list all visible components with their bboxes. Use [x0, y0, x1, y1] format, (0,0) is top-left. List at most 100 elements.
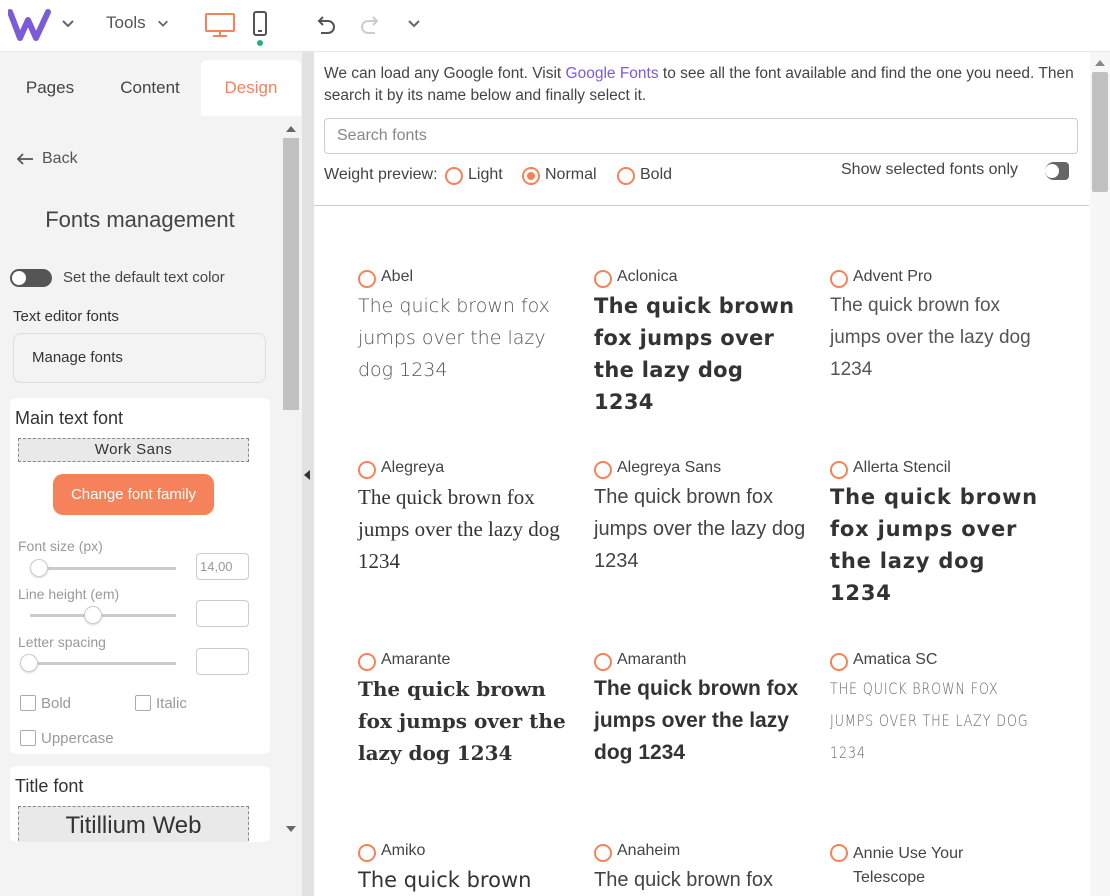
font-name: Anaheim	[617, 842, 681, 859]
chevron-down-icon[interactable]	[60, 15, 76, 31]
font-name: Amarante	[381, 651, 451, 668]
font-radio[interactable]	[830, 653, 848, 671]
font-sample: The quick brown fox jumps over the lazy …	[358, 295, 550, 381]
collapse-left-icon[interactable]	[304, 470, 310, 480]
font-radio[interactable]	[830, 270, 848, 288]
search-fonts-input[interactable]: Search fonts	[324, 118, 1078, 154]
font-name: Aclonica	[617, 268, 678, 285]
font-radio[interactable]	[594, 461, 612, 479]
letter-spacing-slider-handle[interactable]	[20, 654, 38, 672]
italic-checkbox[interactable]	[135, 695, 151, 711]
font-radio[interactable]	[594, 653, 612, 671]
title-font-title: Title font	[15, 776, 84, 796]
font-sample: The quick brown fox jumps over the lazy …	[594, 294, 795, 414]
weight-bold-radio[interactable]	[617, 167, 635, 185]
back-link[interactable]: Back	[16, 150, 78, 168]
title-font-card: Title font Titillium Web	[10, 766, 270, 842]
scroll-down-icon[interactable]	[286, 826, 296, 832]
redo-icon[interactable]	[358, 12, 384, 38]
font-sample: The quick brown	[358, 868, 532, 892]
font-name: Annie Use Your Telescope	[853, 845, 964, 886]
show-selected-label: Show selected fonts only	[841, 161, 1018, 178]
uppercase-label: Uppercase	[41, 730, 114, 747]
font-name: Advent Pro	[853, 268, 933, 285]
font-name: Abel	[381, 268, 414, 285]
font-name: Amatica SC	[853, 651, 938, 668]
font-radio[interactable]	[830, 461, 848, 479]
weight-preview-label: Weight preview:	[324, 166, 438, 183]
font-name: Alegreya Sans	[617, 459, 722, 476]
scroll-thumb[interactable]	[283, 138, 299, 410]
font-radio[interactable]	[358, 270, 376, 288]
font-sample: The quick brown fox	[594, 869, 773, 891]
line-height-slider-handle[interactable]	[84, 606, 102, 624]
font-size-slider-handle[interactable]	[30, 559, 48, 577]
default-text-color-label: Set the default text color	[63, 269, 225, 286]
line-height-slider[interactable]	[30, 614, 176, 617]
tools-menu[interactable]: Tools	[106, 13, 170, 33]
font-sample: The quick brown fox jumps over the lazy …	[358, 677, 566, 765]
font-radio[interactable]	[594, 270, 612, 288]
main-font-name[interactable]: Work Sans	[18, 438, 249, 462]
weight-bold-label[interactable]: Bold	[640, 166, 672, 184]
letter-spacing-label: Letter spacing	[18, 634, 106, 650]
font-radio[interactable]	[594, 844, 612, 862]
intro-text-start: We can load any Google font. Visit	[324, 65, 566, 82]
weight-normal-radio[interactable]	[522, 167, 540, 185]
font-size-input[interactable]: 14,00	[196, 553, 249, 580]
font-sample: The quick brown fox jumps over the lazy …	[830, 295, 1031, 380]
line-height-input[interactable]	[196, 600, 249, 627]
font-radio[interactable]	[358, 844, 376, 862]
tab-pages[interactable]: Pages	[0, 60, 100, 116]
font-radio[interactable]	[358, 653, 376, 671]
line-height-label: Line height (em)	[18, 586, 120, 602]
font-radio[interactable]	[358, 461, 376, 479]
mobile-view-icon[interactable]	[252, 11, 268, 37]
font-name: Amaranth	[617, 651, 687, 668]
tab-content[interactable]: Content	[100, 60, 200, 116]
tools-label: Tools	[106, 13, 146, 32]
letter-spacing-slider[interactable]	[26, 662, 176, 665]
show-selected-toggle[interactable]	[1045, 162, 1069, 180]
tab-design[interactable]: Design	[201, 60, 301, 116]
font-size-label: Font size (px)	[18, 538, 103, 554]
bold-checkbox[interactable]	[20, 695, 36, 711]
google-fonts-link[interactable]: Google Fonts	[566, 65, 659, 82]
font-radio[interactable]	[830, 844, 848, 862]
text-editor-fonts-label: Text editor fonts	[13, 308, 119, 325]
status-dot	[257, 40, 263, 46]
panel-tabs: Pages Content Design	[0, 60, 302, 116]
font-sample: The quick brown fox jumps over the lazy …	[594, 677, 799, 764]
chevron-down-icon	[157, 20, 168, 27]
divider	[314, 205, 1089, 206]
bold-label: Bold	[41, 695, 72, 712]
top-toolbar: Tools	[0, 0, 1110, 52]
main-scrollbar[interactable]	[1090, 52, 1110, 896]
title-font-name[interactable]: Titillium Web	[18, 806, 249, 842]
uppercase-checkbox[interactable]	[20, 730, 36, 746]
font-sample: The quick brown fox jumps over the lazy …	[358, 485, 560, 573]
font-sample: The quick brown fox jumps over the lazy …	[830, 485, 1038, 605]
desktop-view-icon[interactable]	[204, 12, 236, 38]
manage-fonts-button[interactable]: Manage fonts	[13, 333, 266, 383]
scroll-up-icon[interactable]	[286, 126, 296, 132]
page-title: Fonts management	[45, 207, 235, 232]
main-text-font-title: Main text font	[15, 408, 124, 428]
default-text-color-toggle[interactable]	[10, 269, 52, 287]
left-scrollbar[interactable]	[282, 116, 300, 841]
font-size-slider[interactable]	[32, 567, 176, 570]
letter-spacing-input[interactable]	[196, 648, 249, 675]
font-name: Allerta Stencil	[853, 459, 951, 476]
scroll-thumb[interactable]	[1092, 72, 1108, 192]
chevron-down-icon[interactable]	[406, 15, 422, 31]
font-name: Amiko	[381, 842, 426, 859]
weight-normal-label[interactable]: Normal	[545, 166, 597, 184]
main-text-font-card: Main text font Work Sans Change font fam…	[10, 398, 270, 754]
scroll-up-icon[interactable]	[1095, 60, 1105, 66]
change-font-family-button[interactable]: Change font family	[53, 474, 214, 515]
weight-light-label[interactable]: Light	[468, 166, 503, 184]
logo-icon[interactable]	[8, 8, 52, 42]
undo-icon[interactable]	[312, 12, 338, 38]
arrow-left-icon	[16, 153, 33, 165]
weight-light-radio[interactable]	[445, 167, 463, 185]
